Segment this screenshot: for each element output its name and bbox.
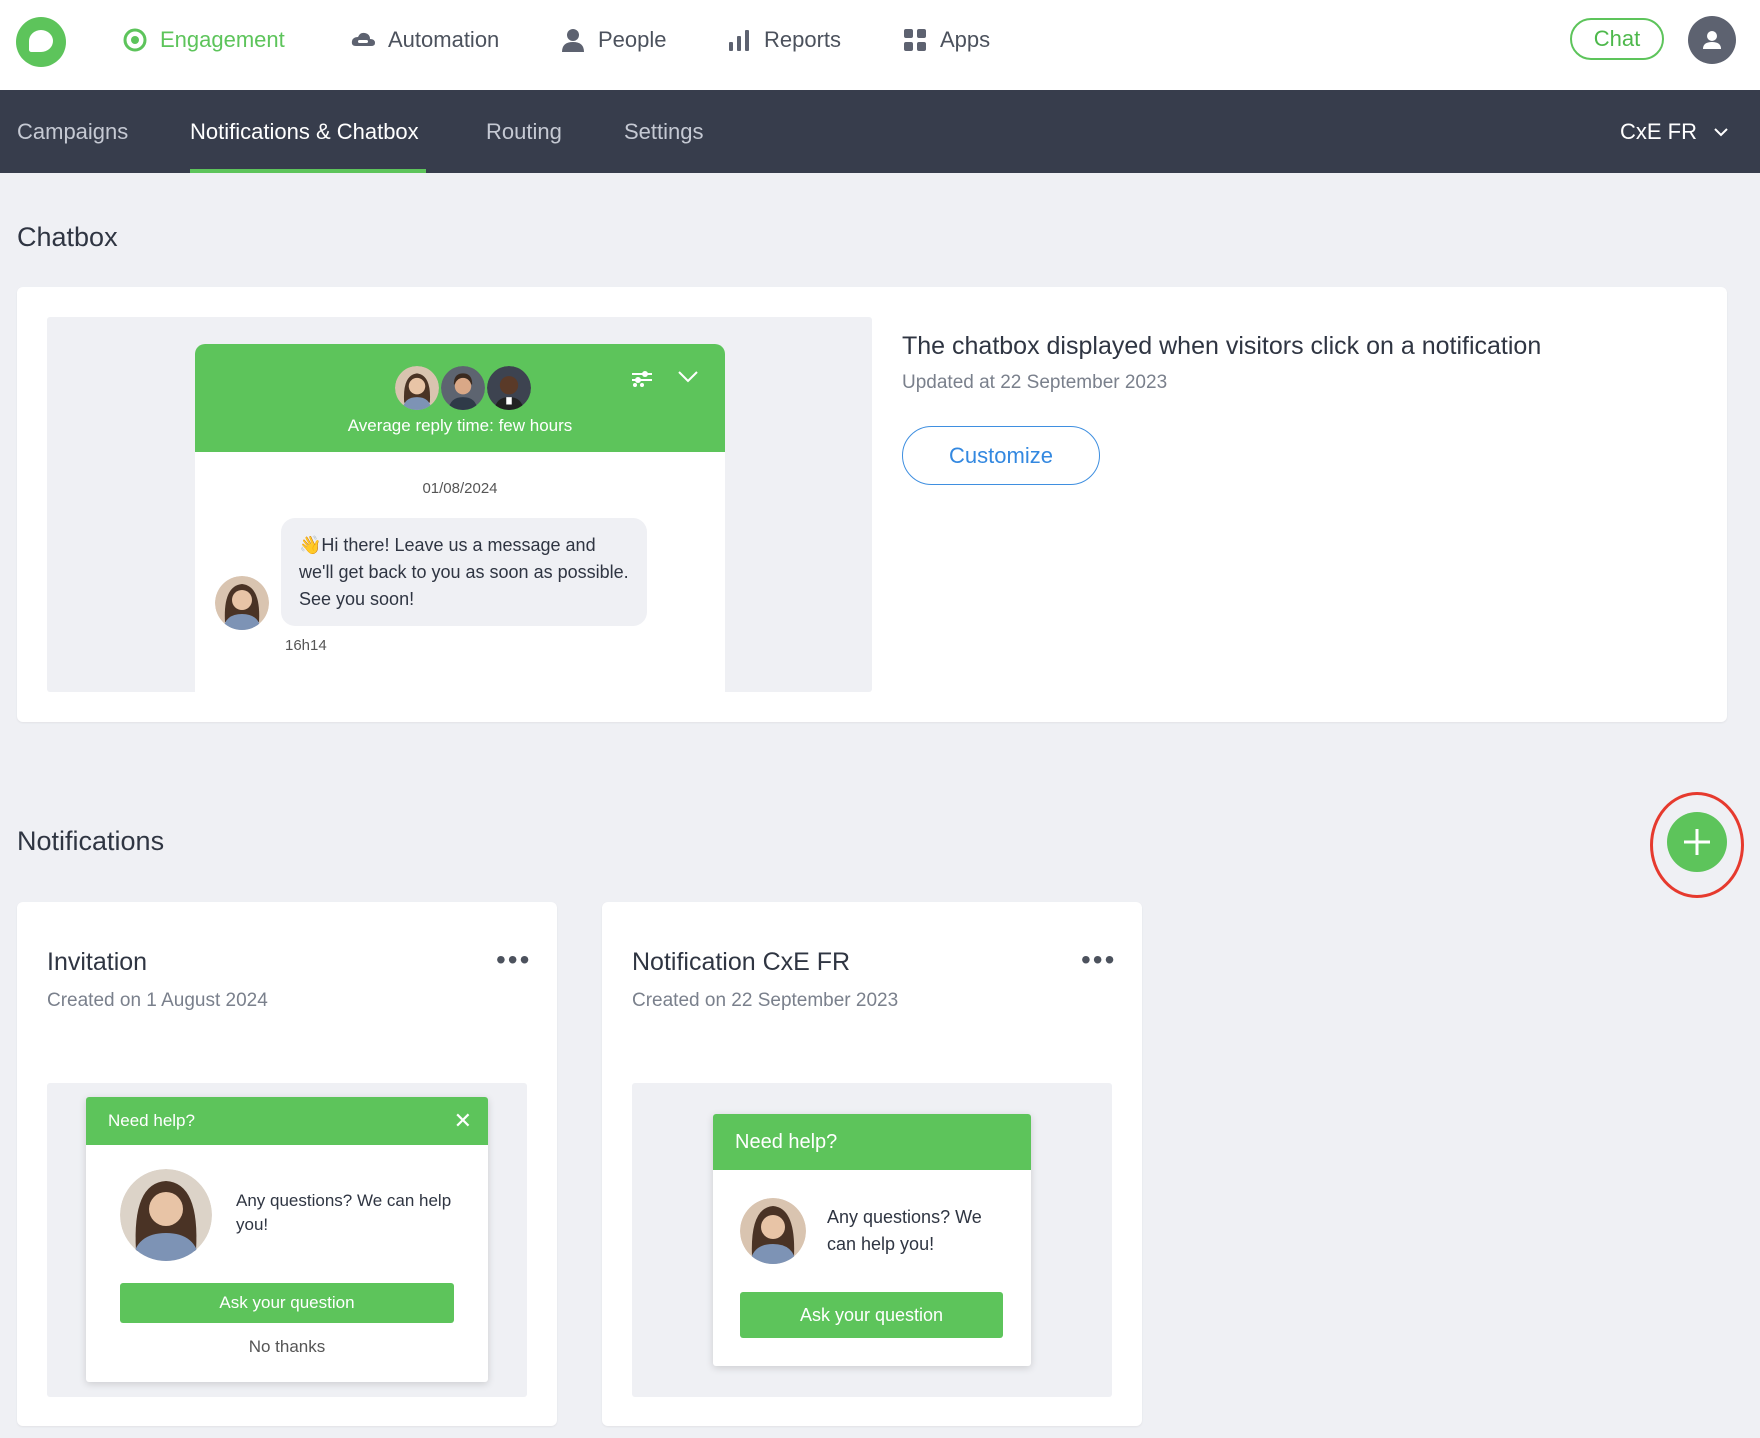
nav-engagement[interactable]: Engagement: [122, 20, 285, 60]
popup-header-text: Need help?: [108, 1111, 195, 1130]
no-thanks-link[interactable]: No thanks: [120, 1337, 454, 1357]
agent-avatar: [120, 1169, 212, 1261]
ask-question-button[interactable]: Ask your question: [120, 1283, 454, 1323]
notification-title: Notification CxE FR: [632, 948, 851, 976]
target-icon: [123, 28, 147, 52]
bar-chart-icon: [729, 30, 749, 51]
top-nav-bar: Engagement Automation People Reports App…: [0, 0, 1760, 90]
agent-avatar: [215, 576, 269, 630]
popup-header-text: Need help?: [735, 1130, 838, 1153]
chat-button[interactable]: Chat: [1570, 18, 1664, 60]
account-name: CxE FR: [1620, 118, 1697, 144]
chat-message-time: 16h14: [285, 637, 327, 654]
chevron-down-icon[interactable]: [677, 370, 699, 384]
notification-title: Invitation: [47, 948, 148, 976]
account-selector[interactable]: CxE FR: [1620, 90, 1729, 173]
notifications-section-title: Notifications: [17, 826, 165, 856]
notification-preview: Need help? Any questions? We can help yo…: [632, 1083, 1112, 1397]
nav-people-label: People: [598, 27, 667, 52]
notification-created-date: Created on 22 September 2023: [632, 990, 899, 1011]
nav-automation-label: Automation: [388, 27, 500, 52]
chatbox-updated-date: Updated at 22 September 2023: [902, 372, 1168, 393]
tab-routing[interactable]: Routing: [486, 90, 562, 173]
popup-message: Any questions? We can help you!: [236, 1191, 452, 1234]
agent-avatar-2: [439, 364, 487, 412]
person-icon: [562, 29, 584, 52]
nav-reports-label: Reports: [764, 27, 842, 52]
popup-message: Any questions? We can help you!: [827, 1207, 982, 1254]
notification-created-date: Created on 1 August 2024: [47, 990, 268, 1011]
nav-apps-label: Apps: [940, 27, 991, 52]
average-reply-time: Average reply time: few hours: [347, 416, 573, 435]
more-options-icon[interactable]: •••: [496, 944, 531, 976]
nav-engagement-label: Engagement: [160, 27, 285, 52]
sub-nav-bar: Campaigns Notifications & Chatbox Routin…: [0, 90, 1760, 173]
popup-header: Need help? ✕: [86, 1097, 488, 1145]
notification-preview: Need help? ✕ Any questions? We can help …: [47, 1083, 527, 1397]
chat-window-preview: Average reply time: few hours 01/08/2024…: [195, 344, 725, 692]
nav-people[interactable]: People: [560, 20, 667, 60]
tab-campaigns[interactable]: Campaigns: [17, 90, 128, 173]
nav-apps[interactable]: Apps: [902, 20, 990, 60]
chat-header: Average reply time: few hours: [195, 344, 725, 452]
nav-reports[interactable]: Reports: [726, 20, 841, 60]
popup-header: Need help?: [713, 1114, 1031, 1170]
plus-icon: [1684, 829, 1710, 855]
agent-avatar-1: [393, 364, 441, 412]
add-notification-button[interactable]: [1667, 812, 1727, 872]
chat-message-bubble: 👋Hi there! Leave us a message and we'll …: [281, 518, 647, 626]
agent-avatar: [740, 1198, 806, 1264]
tab-settings[interactable]: Settings: [624, 90, 704, 173]
cloud-icon: [351, 32, 375, 46]
popup-preview: Need help? Any questions? We can help yo…: [713, 1114, 1031, 1366]
user-avatar[interactable]: [1688, 16, 1736, 64]
grid-icon: [904, 29, 926, 51]
agent-avatar-3: [485, 364, 533, 412]
chatbox-description-title: The chatbox displayed when visitors clic…: [902, 332, 1542, 360]
app-logo[interactable]: [16, 17, 66, 67]
chevron-down-icon: [1714, 127, 1728, 136]
customize-button[interactable]: Customize: [902, 426, 1100, 485]
active-tab-indicator: [190, 169, 426, 173]
more-options-icon[interactable]: •••: [1081, 944, 1116, 976]
nav-automation[interactable]: Automation: [350, 20, 499, 60]
chat-date: 01/08/2024: [422, 480, 498, 497]
user-icon: [1703, 31, 1721, 49]
tab-notifications-chatbox[interactable]: Notifications & Chatbox: [190, 90, 419, 173]
chatbox-section-title: Chatbox: [17, 222, 118, 252]
chatbox-preview: Average reply time: few hours 01/08/2024…: [47, 317, 872, 692]
close-icon[interactable]: ✕: [454, 1108, 472, 1134]
settings-sliders-icon[interactable]: [631, 370, 653, 388]
popup-preview: Need help? ✕ Any questions? We can help …: [86, 1097, 488, 1382]
ask-question-button[interactable]: Ask your question: [740, 1292, 1003, 1338]
